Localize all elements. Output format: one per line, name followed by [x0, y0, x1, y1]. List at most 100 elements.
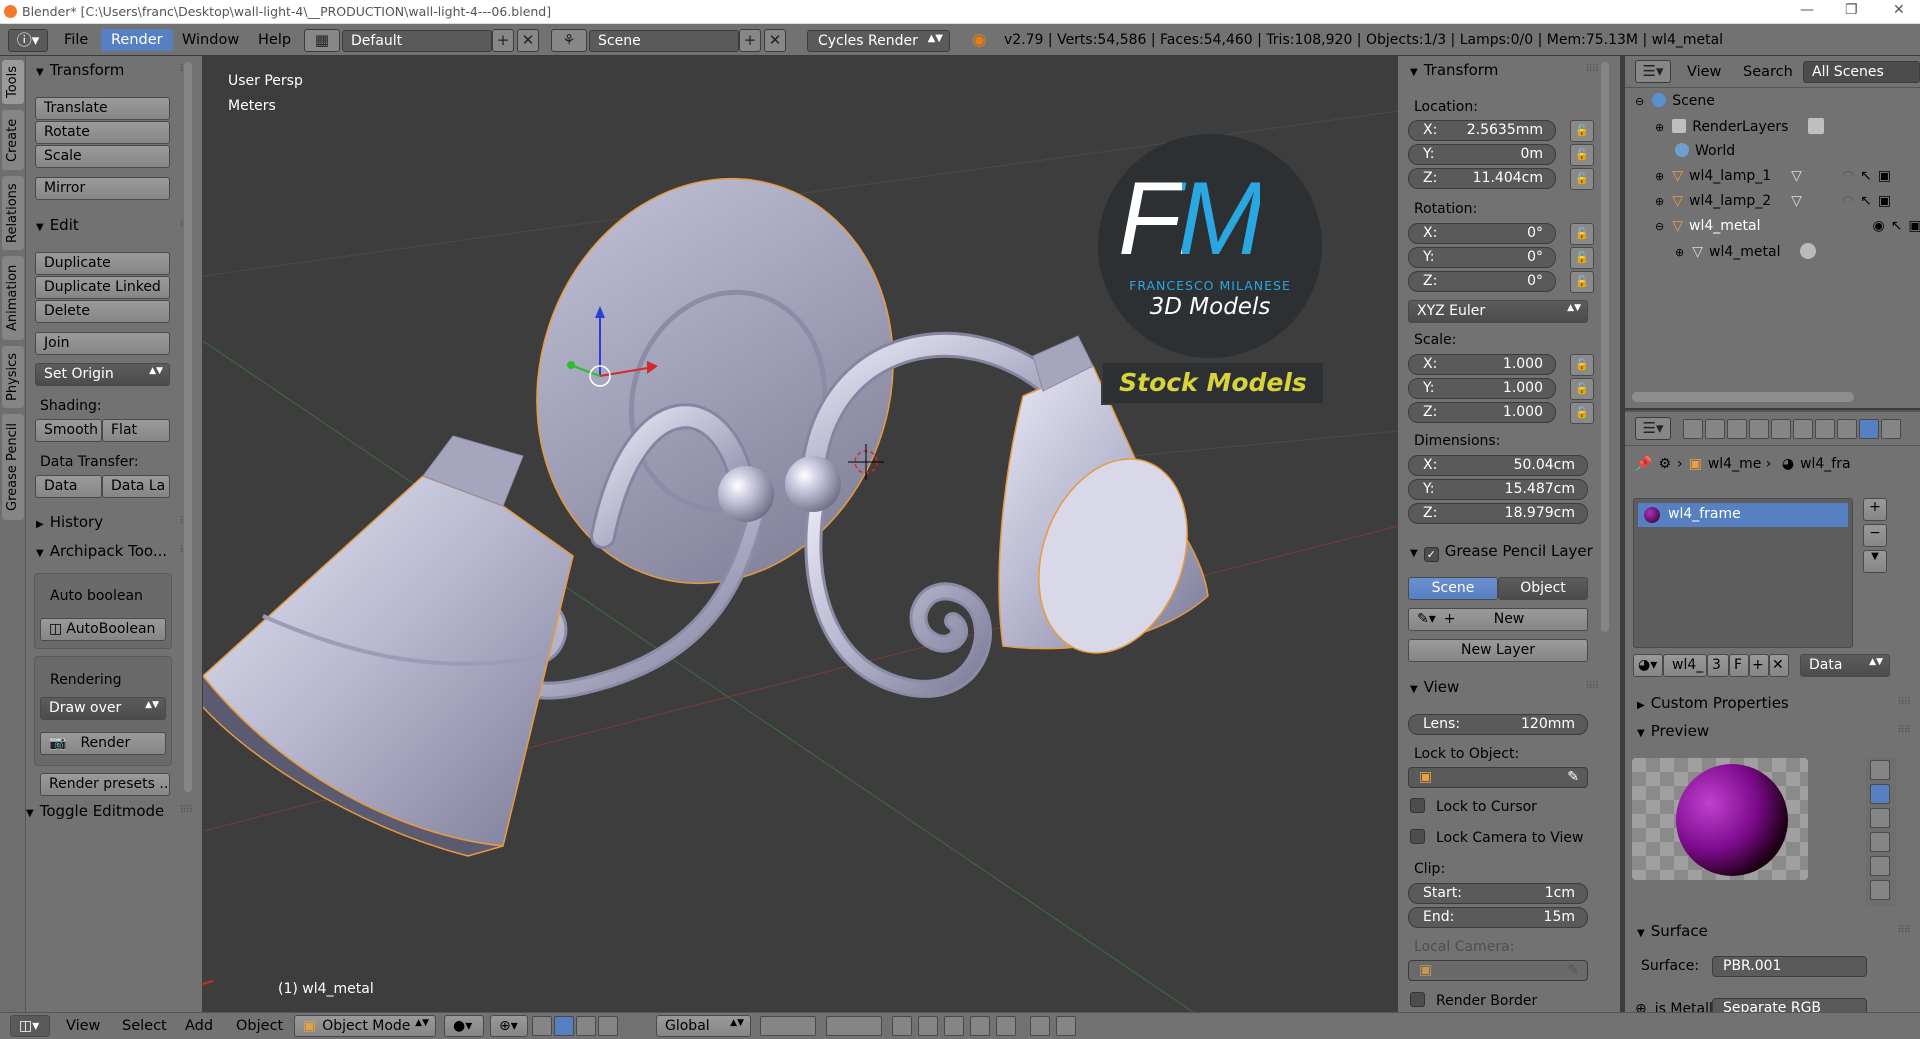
outliner-item-metal[interactable]: ⊖ ▽ wl4_metal ◉ ↖ ▣	[1655, 218, 1920, 234]
lock-camera-checkbox[interactable]	[1410, 829, 1425, 844]
translate-button[interactable]: Translate	[35, 97, 170, 120]
menu-view[interactable]: View	[66, 1018, 100, 1034]
panel-surface-header[interactable]: Surface	[1637, 922, 1708, 940]
grease-scene-button[interactable]: Scene	[1408, 577, 1498, 600]
translate-manipulator-icon[interactable]	[554, 1016, 574, 1036]
menu-file[interactable]: File	[64, 32, 88, 48]
outliner-item-scene[interactable]: ⊖ Scene	[1635, 93, 1715, 109]
preview-hair-icon[interactable]	[1870, 856, 1890, 876]
remove-scene-icon[interactable]: ✕	[764, 29, 786, 52]
shading-dropdown[interactable]: ●▾	[444, 1015, 484, 1037]
preview-monkey-icon[interactable]	[1870, 832, 1890, 852]
outliner-item-lamp2[interactable]: ⊕ ▽ wl4_lamp_2 ▽ ◠ ↖ ▣	[1655, 193, 1891, 209]
render-still-icon[interactable]	[1030, 1016, 1050, 1036]
render-animation-icon[interactable]	[1056, 1016, 1076, 1036]
material-link-dropdown[interactable]: Data ▲▼	[1800, 654, 1890, 677]
cursor-icon[interactable]: ↖	[1860, 193, 1872, 209]
rotation-mode-dropdown[interactable]: XYZ Euler ▲▼	[1408, 300, 1588, 323]
properties-editor-icon[interactable]: ☰▾	[1635, 417, 1671, 440]
grease-object-button[interactable]: Object	[1498, 577, 1588, 600]
collapse-icon[interactable]: ⊖	[1655, 220, 1664, 233]
toolshelf-scrollbar[interactable]	[184, 62, 192, 792]
scene-field[interactable]: Scene	[589, 30, 739, 52]
data-transfer-layout-button[interactable]: Data La	[102, 475, 170, 498]
viewport-editor-icon[interactable]: ◫▾	[10, 1015, 50, 1037]
material-slot-item[interactable]: wl4_frame	[1638, 503, 1848, 527]
material-users-field[interactable]: 3	[1707, 654, 1729, 677]
collapse-icon[interactable]: ⊖	[1635, 95, 1644, 108]
world-tab-icon[interactable]	[1749, 419, 1769, 439]
scale-manipulator-icon[interactable]	[598, 1016, 618, 1036]
tab-animation[interactable]: Animation	[2, 256, 24, 340]
lock-object-field[interactable]: ▣ ✎	[1408, 767, 1588, 788]
menu-add[interactable]: Add	[185, 1018, 213, 1034]
location-y-field[interactable]: Y: 0m	[1408, 144, 1556, 165]
grease-new-button[interactable]: ✎▾ + New	[1408, 608, 1588, 631]
menu-window[interactable]: Window	[182, 32, 239, 48]
eyedropper-icon[interactable]: ✎	[1567, 962, 1579, 978]
surface-node-field[interactable]: PBR.001	[1712, 956, 1867, 977]
remove-slot-button[interactable]: −	[1863, 524, 1887, 547]
menu-help[interactable]: Help	[258, 32, 291, 48]
outliner-scrollbar[interactable]	[1632, 392, 1854, 402]
dimensions-x-field[interactable]: X: 50.04cm	[1408, 455, 1588, 476]
duplicate-linked-button[interactable]: Duplicate Linked	[35, 276, 170, 299]
material-name-field[interactable]: wl4_	[1663, 654, 1707, 677]
expand-icon[interactable]: ⊕	[1655, 121, 1664, 134]
lock-icon[interactable]: 🔓	[1570, 120, 1594, 142]
scale-y-field[interactable]: Y: 1.000	[1408, 378, 1556, 399]
constraints-tab-icon[interactable]	[1793, 419, 1813, 439]
panel-grip-icon[interactable]: ⠿⠿	[1897, 697, 1911, 708]
cursor-icon[interactable]: ↖	[1860, 168, 1872, 184]
breadcrumb-object[interactable]: wl4_me	[1708, 456, 1762, 472]
location-z-field[interactable]: Z: 11.404cm	[1408, 168, 1556, 189]
local-camera-field[interactable]: ▣ ✎	[1408, 960, 1588, 981]
render-engine-dropdown[interactable]: Cycles Render ▲▼	[807, 30, 950, 52]
data-tab-icon[interactable]	[1837, 419, 1857, 439]
rotation-z-field[interactable]: Z: 0°	[1408, 271, 1556, 292]
outliner-item-renderlayers[interactable]: ⊕ RenderLayers	[1655, 118, 1825, 135]
scale-button[interactable]: Scale	[35, 145, 170, 168]
shade-flat-button[interactable]: Flat	[102, 419, 170, 442]
preview-cube-icon[interactable]	[1870, 808, 1890, 828]
dimensions-z-field[interactable]: Z: 18.979cm	[1408, 503, 1588, 524]
eye-icon[interactable]: ◉	[1872, 218, 1884, 234]
scale-x-field[interactable]: X: 1.000	[1408, 354, 1556, 375]
tab-grease-pencil[interactable]: Grease Pencil	[2, 414, 24, 520]
clip-end-field[interactable]: End: 15m	[1408, 907, 1588, 928]
tab-tools[interactable]: Tools	[2, 60, 24, 104]
eye-icon[interactable]: ◠	[1842, 168, 1854, 184]
panel-archipack-header[interactable]: Archipack Too...	[36, 542, 167, 560]
layers-group-2[interactable]	[826, 1016, 882, 1036]
unlink-material-icon[interactable]: ✕	[1769, 654, 1789, 677]
editor-type-info-icon[interactable]: ⓘ▾	[8, 29, 48, 52]
lens-field[interactable]: Lens: 120mm	[1408, 714, 1588, 735]
grease-layer-checkbox[interactable]: ✓	[1423, 547, 1439, 562]
menu-render[interactable]: Render	[101, 29, 173, 51]
proportional-edit-icon[interactable]	[918, 1016, 938, 1036]
add-layout-icon[interactable]: +	[492, 29, 514, 52]
add-slot-button[interactable]: +	[1863, 498, 1887, 521]
tab-create[interactable]: Create	[2, 110, 24, 170]
layer-lock-icon[interactable]	[892, 1016, 912, 1036]
panel-grease-pencil-header[interactable]: ✓ Grease Pencil Layer	[1410, 542, 1593, 562]
layers-group-1[interactable]	[760, 1016, 816, 1036]
rotation-y-field[interactable]: Y: 0°	[1408, 247, 1556, 268]
screen-layout-icon[interactable]: ▦	[304, 29, 340, 52]
rotation-x-field[interactable]: X: 0°	[1408, 223, 1556, 244]
remove-layout-icon[interactable]: ✕	[517, 29, 539, 52]
menu-object[interactable]: Object	[236, 1018, 283, 1034]
panel-grip-icon[interactable]: ⠿⠿	[1897, 725, 1911, 736]
outliner-display-mode[interactable]: All Scenes	[1803, 61, 1920, 83]
data-transfer-button[interactable]: Data	[35, 475, 102, 498]
scale-z-field[interactable]: Z: 1.000	[1408, 402, 1556, 423]
manipulator-toggle-icon[interactable]	[532, 1016, 552, 1036]
tab-relations[interactable]: Relations	[2, 176, 24, 250]
minimize-button[interactable]: —	[1800, 2, 1814, 18]
close-button[interactable]: ✕	[1893, 2, 1905, 18]
render-tab-icon[interactable]	[1683, 419, 1703, 439]
panel-preview-header[interactable]: Preview	[1637, 722, 1709, 740]
panel-grip-icon[interactable]: ⠿⠿	[1897, 925, 1911, 936]
scene-tab-icon[interactable]	[1727, 419, 1747, 439]
snap-element-icon[interactable]	[970, 1016, 990, 1036]
